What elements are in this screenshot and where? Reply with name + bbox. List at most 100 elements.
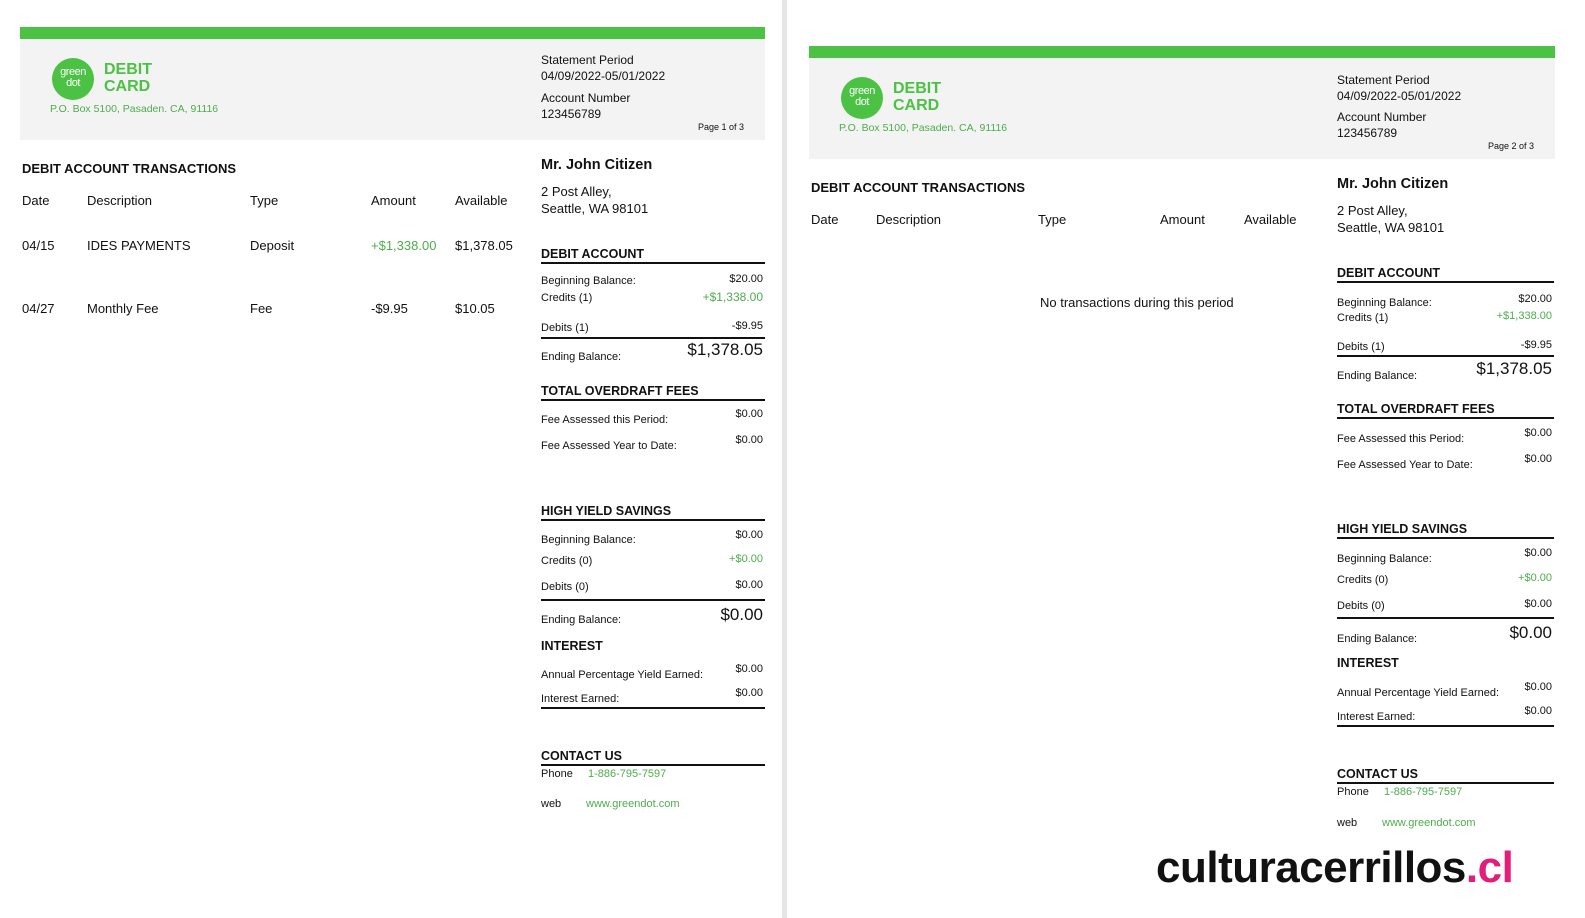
greendot-logo-icon: green dot: [52, 58, 94, 100]
logo-text-dot: dot: [66, 77, 80, 89]
header-green-bar: [809, 46, 1555, 58]
savings-credits-row: Credits (0) +$0.00: [541, 553, 765, 567]
empty-transactions-message: No transactions during this period: [1040, 295, 1234, 310]
overdraft-ytd-row: Fee Assessed Year to Date: $0.00: [541, 434, 765, 452]
debit-ending-value: $1,378.05: [687, 340, 763, 359]
debit-debits-row: Debits (1) -$9.95: [1337, 339, 1554, 353]
page-divider: [782, 0, 787, 918]
logo-text-dot: dot: [855, 96, 869, 108]
card-title: DEBIT CARD: [104, 61, 152, 95]
savings-beginning-label: Beginning Balance:: [541, 534, 636, 546]
debit-ending-value: $1,378.05: [1476, 359, 1552, 378]
contact-phone-label: Phone: [541, 768, 573, 780]
column-header-available: Available: [455, 193, 508, 208]
statement-page-1: green dot DEBIT CARD P.O. Box 5100, Pasa…: [20, 0, 765, 918]
savings-ending-value: $0.00: [720, 605, 763, 624]
overdraft-ytd-row: Fee Assessed Year to Date: $0.00: [1337, 453, 1554, 471]
row-date: 04/27: [22, 301, 55, 316]
statement-page-2: green dot DEBIT CARD P.O. Box 5100, Pasa…: [809, 19, 1555, 918]
overdraft-period-label: Fee Assessed this Period:: [541, 414, 669, 426]
interest-earned-value: $0.00: [735, 687, 763, 699]
savings-credits-row: Credits (0) +$0.00: [1337, 572, 1554, 586]
savings-debits-row: Debits (0) $0.00: [1337, 598, 1554, 612]
debit-debits-value: -$9.95: [731, 320, 763, 332]
column-header-available: Available: [1244, 212, 1297, 227]
interest-title: INTEREST: [1337, 656, 1399, 670]
account-number-label: Account Number: [1337, 110, 1427, 124]
debit-debits-label: Debits (1): [1337, 341, 1385, 353]
statement-header: green dot DEBIT CARD P.O. Box 5100, Pasa…: [20, 39, 765, 140]
overdraft-title: TOTAL OVERDRAFT FEES: [1337, 402, 1554, 419]
watermark-main: culturacerrillos: [1156, 843, 1466, 892]
company-address: P.O. Box 5100, Pasaden. CA, 91116: [839, 122, 1008, 134]
statement-header: green dot DEBIT CARD P.O. Box 5100, Pasa…: [809, 58, 1555, 159]
debit-total-rule: [541, 337, 765, 339]
contact-web-link[interactable]: www.greendot.com: [1382, 817, 1476, 829]
contact-title: CONTACT US: [541, 749, 765, 766]
savings-beginning-value: $0.00: [735, 529, 763, 541]
contact-phone-label: Phone: [1337, 786, 1369, 798]
contact-phone-link[interactable]: 1-886-795-7597: [588, 768, 666, 780]
account-number-value: 123456789: [1337, 126, 1398, 140]
contact-phone-row: Phone 1-886-795-7597: [1337, 786, 1462, 798]
customer-name: Mr. John Citizen: [1337, 176, 1449, 192]
column-header-type: Type: [250, 193, 279, 208]
debit-beginning-value: $20.00: [1518, 293, 1552, 305]
savings-credits-value: +$0.00: [729, 553, 763, 565]
overdraft-ytd-value: $0.00: [1524, 453, 1552, 465]
contact-phone-link[interactable]: 1-886-795-7597: [1384, 786, 1462, 798]
interest-earned-label: Interest Earned:: [541, 693, 620, 705]
debit-ending-row: Ending Balance: $1,378.05: [541, 340, 765, 363]
debit-credits-row: Credits (1) +$1,338.00: [541, 290, 765, 304]
debit-debits-value: -$9.95: [1520, 339, 1552, 351]
greendot-logo-icon: green dot: [841, 77, 883, 119]
contact-web-link[interactable]: www.greendot.com: [586, 798, 680, 810]
row-available: $10.05: [455, 301, 495, 316]
transactions-title: DEBIT ACCOUNT TRANSACTIONS: [22, 161, 237, 176]
row-date: 04/15: [22, 238, 55, 253]
customer-street: 2 Post Alley,: [1337, 203, 1408, 218]
row-description: Monthly Fee: [87, 301, 159, 316]
interest-apy-value: $0.00: [735, 663, 763, 675]
row-amount: +$1,338.00: [371, 238, 437, 253]
interest-earned-value: $0.00: [1524, 705, 1552, 717]
customer-city: Seattle, WA 98101: [541, 201, 649, 216]
statement-period-label: Statement Period: [541, 53, 634, 67]
savings-credits-value: +$0.00: [1518, 572, 1552, 584]
column-header-description: Description: [87, 193, 153, 208]
contact-title: CONTACT US: [1337, 767, 1554, 784]
interest-rule: [541, 707, 765, 709]
column-header-amount: Amount: [371, 193, 416, 208]
interest-earned-label: Interest Earned:: [1337, 711, 1416, 723]
debit-total-rule: [1337, 355, 1554, 357]
page-number: Page 2 of 3: [1487, 141, 1534, 151]
column-header-date: Date: [811, 212, 839, 227]
savings-ending-value: $0.00: [1509, 623, 1552, 642]
debit-account-title: DEBIT ACCOUNT: [1337, 266, 1554, 283]
savings-ending-label: Ending Balance:: [1337, 633, 1418, 645]
statement-period-value: 04/09/2022-05/01/2022: [1337, 89, 1462, 103]
row-available: $1,378.05: [455, 238, 513, 253]
contact-web-row: web www.greendot.com: [1337, 817, 1476, 829]
debit-credits-label: Credits (1): [1337, 312, 1389, 324]
card-title-line1: DEBIT: [104, 61, 152, 78]
debit-beginning-row: Beginning Balance: $20.00: [541, 273, 765, 287]
interest-apy-row: Annual Percentage Yield Earned: $0.00: [541, 663, 765, 681]
interest-apy-label: Annual Percentage Yield Earned:: [541, 669, 704, 681]
debit-ending-label: Ending Balance:: [541, 351, 622, 363]
transactions-title: DEBIT ACCOUNT TRANSACTIONS: [811, 180, 1026, 195]
contact-web-row: web www.greendot.com: [541, 798, 680, 810]
savings-beginning-label: Beginning Balance:: [1337, 553, 1432, 565]
overdraft-period-row: Fee Assessed this Period: $0.00: [541, 408, 765, 426]
debit-beginning-label: Beginning Balance:: [1337, 297, 1432, 309]
overdraft-period-row: Fee Assessed this Period: $0.00: [1337, 427, 1554, 445]
savings-total-rule: [541, 599, 765, 601]
overdraft-period-value: $0.00: [1524, 427, 1552, 439]
debit-beginning-row: Beginning Balance: $20.00: [1337, 293, 1554, 309]
card-title-line2: CARD: [104, 78, 151, 95]
debit-debits-row: Debits (1) -$9.95: [541, 320, 765, 334]
header-green-bar: [20, 27, 765, 39]
interest-apy-row: Annual Percentage Yield Earned: $0.00: [1337, 681, 1554, 699]
interest-rule: [1337, 725, 1554, 727]
debit-credits-value: +$1,338.00: [1496, 310, 1552, 322]
